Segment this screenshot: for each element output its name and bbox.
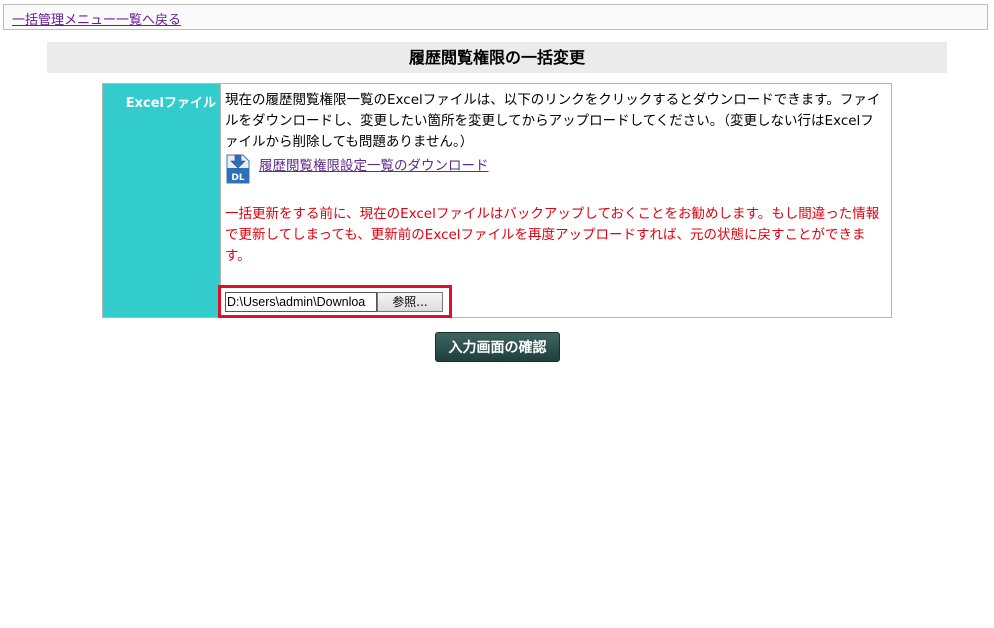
top-nav-bar: 一括管理メニュー一覧へ戻る	[3, 4, 988, 30]
download-file-icon[interactable]: DL	[225, 154, 251, 184]
browse-button[interactable]: 参照...	[377, 291, 443, 312]
field-label-excel-file: Excelファイル	[103, 84, 221, 317]
back-to-menu-link[interactable]: 一括管理メニュー一覧へ戻る	[12, 9, 181, 28]
backup-warning-text: 一括更新をする前に、現在のExcelファイルはバックアップしておくことをお勧めし…	[225, 206, 880, 264]
page-title: 履歴閲覧権限の一括変更	[47, 42, 947, 73]
description-text: 現在の履歴閲覧権限一覧のExcelファイルは、以下のリンクをクリックするとダウン…	[225, 92, 881, 150]
file-upload-control: D:\Users\admin\Downloa 参照...	[218, 285, 452, 318]
field-content: 現在の履歴閲覧権限一覧のExcelファイルは、以下のリンクをクリックするとダウン…	[218, 84, 891, 318]
confirm-input-button[interactable]: 入力画面の確認	[435, 332, 560, 362]
download-icon-label: DL	[231, 173, 244, 183]
file-path-input[interactable]: D:\Users\admin\Downloa	[225, 291, 377, 312]
excel-upload-form: Excelファイル 現在の履歴閲覧権限一覧のExcelファイルは、以下のリンクを…	[102, 83, 892, 318]
download-list-link[interactable]: 履歴閲覧権限設定一覧のダウンロード	[259, 156, 489, 177]
download-row: DL 履歴閲覧権限設定一覧のダウンロード	[225, 154, 489, 186]
